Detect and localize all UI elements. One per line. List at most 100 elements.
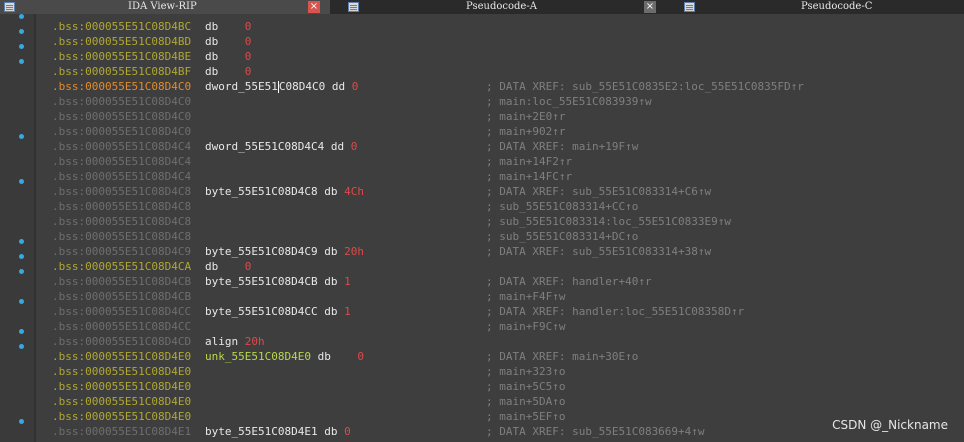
operand-value: 0 [244, 50, 252, 63]
listing-row[interactable]: .bss:000055E51C08D4E0 unk_55E51C08D4E0 db… [0, 349, 964, 364]
instruction[interactable]: unk_55E51C08D4E0 db 0 [205, 349, 364, 364]
address: .bss:000055E51C08D4E1 [52, 425, 192, 438]
listing-row[interactable]: .bss:000055E51C08D4C0 ; main+2E0↑r [0, 109, 964, 124]
xref-comment[interactable]: ; main:loc_55E51C083939↑w [486, 94, 652, 109]
xref-comment[interactable]: ; main+5EF↑o [486, 409, 565, 424]
directive: db [205, 50, 219, 63]
listing-row[interactable]: .bss:000055E51C08D4C4 ; main+14F2↑r [0, 154, 964, 169]
xref-comment[interactable]: ; main+323↑o [486, 364, 565, 379]
listing-row[interactable]: .bss:000055E51C08D4C8 byte_55E51C08D4C8 d… [0, 184, 964, 199]
xref-comment[interactable]: ; sub_55E51C083314+CC↑o [486, 199, 638, 214]
listing-row[interactable]: .bss:000055E51C08D4CD align 20h [0, 334, 964, 349]
address: .bss:000055E51C08D4C9 [52, 245, 192, 258]
operand-value: 0 [344, 425, 351, 438]
operand-value: 4Ch [344, 185, 364, 198]
xref-comment[interactable]: ; DATA XREF: sub_55E51C083314+38↑w [486, 244, 711, 259]
listing-row[interactable]: .bss:000055E51C08D4CB ; main+F4F↑w [0, 289, 964, 304]
xref-comment[interactable]: ; sub_55E51C083314:loc_55E51C0833E9↑w [486, 214, 731, 229]
listing-row[interactable]: .bss:000055E51C08D4E0 ; main+5DA↑o [0, 394, 964, 409]
address: .bss:000055E51C08D4C0 [52, 125, 192, 138]
listing-row[interactable]: .bss:000055E51C08D4C4 dword_55E51C08D4C4 … [0, 139, 964, 154]
xref-comment[interactable]: ; DATA XREF: main+19F↑w [486, 139, 638, 154]
operand-value: 0 [244, 20, 252, 33]
tab-label: Pseudocode-A [466, 1, 537, 12]
address: .bss:000055E51C08D4BE [52, 50, 192, 63]
directive: db [324, 245, 338, 258]
listing-row[interactable]: .bss:000055E51C08D4C8 ; sub_55E51C083314+… [0, 229, 964, 244]
symbol-name[interactable]: dword_55E51C08D4C4 [205, 140, 324, 153]
instruction[interactable]: byte_55E51C08D4C8 db 4Ch [205, 184, 364, 199]
instruction[interactable]: byte_55E51C08D4E1 db 0 [205, 424, 351, 439]
instruction[interactable]: dword_55E51C08D4C4 dd 0 [205, 139, 357, 154]
xref-comment[interactable]: ; main+14FC↑r [486, 169, 572, 184]
directive: db [324, 425, 338, 438]
directive: db [205, 20, 219, 33]
listing-row[interactable]: .bss:000055E51C08D4BE db 0 [0, 49, 964, 64]
symbol-name[interactable]: byte_55E51C08D4CC [205, 305, 318, 318]
instruction[interactable]: byte_55E51C08D4CC db 1 [205, 304, 351, 319]
pseudocode-icon [684, 2, 695, 12]
symbol-name[interactable]: byte_55E51C08D4CB [205, 275, 318, 288]
directive: dd [330, 140, 345, 153]
listing-row[interactable]: .bss:000055E51C08D4BD db 0 [0, 34, 964, 49]
xref-comment[interactable]: ; DATA XREF: handler:loc_55E51C08358D↑r [486, 304, 744, 319]
directive: db [324, 275, 338, 288]
listing-row[interactable]: .bss:000055E51C08D4C0 dword_55E51C08D4C0 … [0, 79, 964, 94]
listing-row[interactable]: .bss:000055E51C08D4C0 ; main+902↑r [0, 124, 964, 139]
listing-row[interactable]: .bss:000055E51C08D4CB byte_55E51C08D4CB d… [0, 274, 964, 289]
instruction[interactable]: byte_55E51C08D4C9 db 20h [205, 244, 364, 259]
xref-comment[interactable]: ; DATA XREF: sub_55E51C083314+C6↑w [486, 184, 711, 199]
listing-row[interactable]: .bss:000055E51C08D4C8 ; sub_55E51C083314+… [0, 199, 964, 214]
listing-row[interactable]: .bss:000055E51C08D4C0 ; main:loc_55E51C08… [0, 94, 964, 109]
directive: db [205, 35, 219, 48]
address: .bss:000055E51C08D4E0 [52, 410, 192, 423]
symbol-name[interactable]: byte_55E51C08D4C9 [205, 245, 318, 258]
xref-comment[interactable]: ; main+F9C↑w [486, 319, 565, 334]
xref-comment[interactable]: ; main+902↑r [486, 124, 565, 139]
xref-comment[interactable]: ; main+2E0↑r [486, 109, 565, 124]
listing-row[interactable]: .bss:000055E51C08D4E1 byte_55E51C08D4E1 d… [0, 424, 964, 439]
listing-row[interactable]: .bss:000055E51C08D4E0 ; main+5C5↑o [0, 379, 964, 394]
listing-row[interactable]: .bss:000055E51C08D4CC byte_55E51C08D4CC d… [0, 304, 964, 319]
xref-comment[interactable]: ; DATA XREF: sub_55E51C0835E2:loc_55E51C… [486, 79, 804, 94]
xref-comment[interactable]: ; DATA XREF: handler+40↑r [486, 274, 652, 289]
disassembly-listing[interactable]: .bss:000055E51C08D4BC db 0 .bss:000055E51C… [0, 14, 964, 442]
tab-label: IDA View-RIP [128, 1, 197, 12]
listing-row[interactable]: .bss:000055E51C08D4BF db 0 [0, 64, 964, 79]
listing-row[interactable]: .bss:000055E51C08D4C8 ; sub_55E51C083314:… [0, 214, 964, 229]
symbol-name[interactable]: dword_55E51C08D4C0 [205, 80, 325, 93]
instruction[interactable]: db 0 [205, 34, 251, 49]
instruction[interactable]: align 20h [205, 334, 265, 349]
xref-comment[interactable]: ; DATA XREF: main+30E↑o [486, 349, 638, 364]
listing-row[interactable]: .bss:000055E51C08D4BC db 0 [0, 19, 964, 34]
xref-comment[interactable]: ; main+14F2↑r [486, 154, 572, 169]
close-icon[interactable]: × [644, 1, 656, 13]
close-icon[interactable]: × [308, 1, 320, 13]
instruction[interactable]: dword_55E51C08D4C0 dd 0 [205, 79, 358, 94]
instruction[interactable]: byte_55E51C08D4CB db 1 [205, 274, 351, 289]
address: .bss:000055E51C08D4C4 [52, 155, 192, 168]
xref-comment[interactable]: ; main+5C5↑o [486, 379, 565, 394]
instruction[interactable]: db 0 [205, 64, 251, 79]
symbol-name[interactable]: byte_55E51C08D4C8 [205, 185, 318, 198]
listing-row[interactable]: .bss:000055E51C08D4E0 ; main+5EF↑o [0, 409, 964, 424]
xref-comment[interactable]: ; main+F4F↑w [486, 289, 565, 304]
symbol-name[interactable]: unk_55E51C08D4E0 [205, 350, 311, 363]
xref-comment[interactable]: ; DATA XREF: sub_55E51C083669+4↑w [486, 424, 705, 439]
listing-row[interactable]: .bss:000055E51C08D4CC ; main+F9C↑w [0, 319, 964, 334]
listing-row[interactable]: .bss:000055E51C08D4CA db 0 [0, 259, 964, 274]
instruction[interactable]: db 0 [205, 49, 251, 64]
address: .bss:000055E51C08D4CD [52, 335, 192, 348]
instruction[interactable]: db 0 [205, 259, 251, 274]
symbol-name[interactable]: byte_55E51C08D4E1 [205, 425, 318, 438]
listing-row[interactable]: .bss:000055E51C08D4C9 byte_55E51C08D4C9 d… [0, 244, 964, 259]
address: .bss:000055E51C08D4E0 [52, 380, 192, 393]
tab-pseudocode-c[interactable]: Pseudocode-C [668, 0, 964, 14]
listing-row[interactable]: .bss:000055E51C08D4C4 ; main+14FC↑r [0, 169, 964, 184]
xref-comment[interactable]: ; main+5DA↑o [486, 394, 565, 409]
tab-ida-view-rip[interactable]: IDA View-RIP × [0, 0, 330, 14]
instruction[interactable]: db 0 [205, 19, 251, 34]
listing-row[interactable]: .bss:000055E51C08D4E0 ; main+323↑o [0, 364, 964, 379]
tab-pseudocode-a[interactable]: Pseudocode-A × [334, 0, 664, 14]
xref-comment[interactable]: ; sub_55E51C083314+DC↑o [486, 229, 638, 244]
